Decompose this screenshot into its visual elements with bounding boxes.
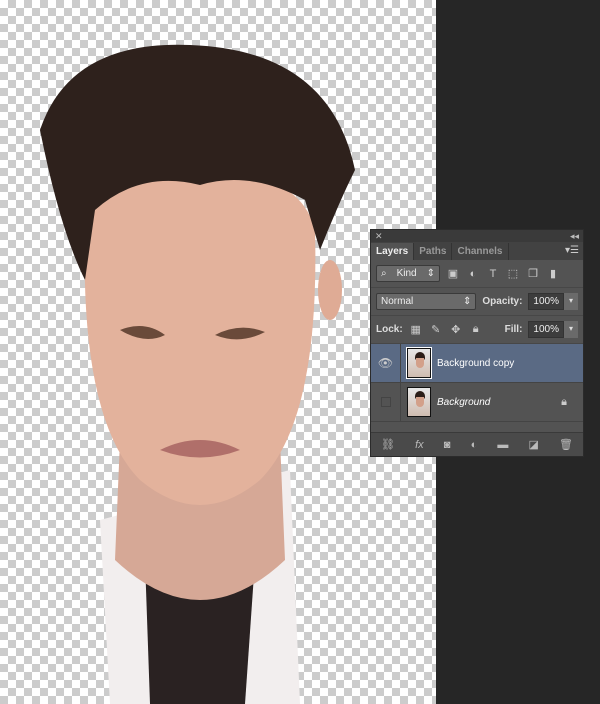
- opacity-input[interactable]: 100%: [528, 293, 564, 310]
- filter-kind-select[interactable]: ⌕ Kind ⇕: [376, 265, 440, 282]
- panel-menu-icon[interactable]: ▾☰: [565, 245, 579, 256]
- link-layers-icon[interactable]: ⛓: [381, 438, 395, 451]
- smart-object-filter-icon[interactable]: ❐: [526, 267, 540, 281]
- adjustment-layer-icon[interactable]: ◐: [471, 439, 478, 451]
- lock-all-icon[interactable]: 🔒︎: [469, 323, 483, 337]
- fill-input[interactable]: 100%: [528, 321, 564, 338]
- layer-thumbnail: [407, 387, 431, 417]
- layer-row[interactable]: 👁︎ Background copy: [371, 344, 583, 383]
- blend-mode-select[interactable]: Normal ⇕: [376, 293, 477, 310]
- tab-layers[interactable]: Layers: [371, 243, 415, 260]
- fill-dropdown[interactable]: ▾: [564, 321, 578, 338]
- fx-icon[interactable]: fx: [415, 439, 424, 451]
- tab-paths[interactable]: Paths: [414, 243, 453, 260]
- shape-filter-icon[interactable]: ⬚: [506, 267, 520, 281]
- lock-transparent-icon[interactable]: ▦: [409, 323, 423, 337]
- adjustment-filter-icon[interactable]: ◐: [466, 267, 480, 281]
- collapse-icon[interactable]: ◂◂: [570, 231, 579, 242]
- opacity-dropdown[interactable]: ▾: [564, 293, 578, 310]
- tab-channels[interactable]: Channels: [452, 243, 509, 260]
- layer-name: Background copy: [437, 357, 515, 369]
- lock-label: Lock:: [376, 324, 403, 335]
- layer-name: Background: [437, 396, 491, 408]
- type-filter-icon[interactable]: T: [486, 267, 500, 281]
- opacity-label: Opacity:: [482, 296, 523, 307]
- close-icon[interactable]: ✕: [375, 231, 383, 242]
- new-layer-icon[interactable]: ◪: [528, 438, 538, 451]
- layer-row[interactable]: Background 🔒︎: [371, 383, 583, 422]
- filter-toggle[interactable]: ▮: [546, 267, 560, 281]
- eye-icon[interactable]: 👁︎: [371, 344, 401, 382]
- updown-icon: ⇕: [426, 268, 435, 279]
- visibility-toggle[interactable]: [371, 383, 401, 421]
- lock-image-icon[interactable]: ✎: [429, 323, 443, 337]
- updown-icon: ⇕: [463, 296, 472, 307]
- trash-icon[interactable]: 🗑︎: [559, 438, 573, 451]
- fill-label: Fill:: [504, 324, 523, 335]
- new-group-icon[interactable]: ▬: [497, 439, 508, 451]
- layers-panel: ✕ ◂◂ Layers Paths Channels ▾☰ ⌕ Kind ⇕ ▣ ◐ …: [370, 229, 584, 457]
- layer-thumbnail: [406, 347, 432, 379]
- add-mask-icon[interactable]: ◙: [444, 439, 451, 451]
- search-icon: ⌕: [381, 268, 387, 279]
- lock-position-icon[interactable]: ✥: [449, 323, 463, 337]
- pixel-filter-icon[interactable]: ▣: [446, 267, 460, 281]
- lock-icon: 🔒︎: [561, 395, 567, 408]
